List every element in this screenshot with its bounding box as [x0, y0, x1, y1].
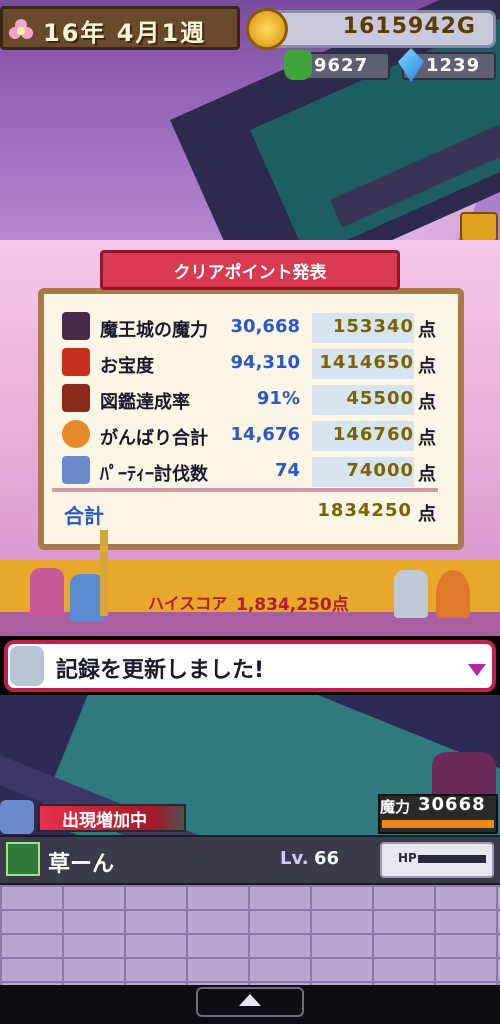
row-unit: 点: [418, 356, 436, 377]
row-label: がんばり合計: [100, 428, 208, 449]
highscore-label: ハイスコア: [148, 594, 228, 613]
speaker-avatar: [10, 646, 44, 686]
total-divider: [52, 488, 438, 492]
row-value: 91%: [256, 388, 300, 409]
row-label: 魔王城の魔力: [100, 320, 208, 341]
row-points: 153340: [332, 316, 414, 337]
row-value: 30,668: [230, 316, 300, 337]
mana-label: 魔力: [380, 798, 411, 816]
hp-bar: [418, 855, 486, 863]
date-text: 16年 4月1週: [43, 19, 207, 47]
brick-floor: [0, 885, 500, 985]
knight-character: [70, 574, 104, 622]
unit-name: 草ーん: [48, 852, 115, 877]
row-unit: 点: [418, 320, 436, 341]
row-label: お宝度: [100, 356, 154, 377]
pumpkin-character: [436, 570, 470, 618]
gold-amount: 1615942G: [342, 14, 476, 39]
row-points: 74000: [346, 460, 414, 481]
row-unit: 点: [418, 428, 436, 449]
mana-value: 30668: [418, 794, 486, 815]
demon-icon: [284, 50, 312, 80]
row-value: 94,310: [230, 352, 300, 373]
book-icon: [62, 384, 90, 412]
level-value: 66: [314, 848, 340, 869]
date-panel: 16年 4月1週: [0, 6, 240, 50]
flower-icon: [9, 19, 33, 39]
gold-coin-icon: [246, 8, 288, 50]
row-points: 45500: [346, 388, 414, 409]
spawn-text: 出現増加中: [62, 811, 147, 831]
row-label: 図鑑達成率: [100, 392, 190, 413]
staff-sprite: [100, 530, 108, 616]
effort-icon: [62, 420, 90, 448]
message-text: 記録を更新しました!: [56, 658, 265, 683]
total-points: 1834250: [317, 500, 412, 521]
hero-icon: [0, 800, 34, 834]
ghost-character: [394, 570, 428, 618]
result-title: クリアポイント発表: [173, 263, 327, 283]
level-label: Lv.: [280, 848, 309, 869]
succubus-character: [30, 568, 64, 616]
row-unit: 点: [418, 464, 436, 485]
row-label: ﾊﾟｰﾃｨｰ討伐数: [100, 464, 208, 485]
row-value: 14,676: [230, 424, 300, 445]
crystal-count: 1239: [426, 55, 481, 76]
mana-bar: [382, 820, 494, 828]
row-points: 1414650: [319, 352, 414, 373]
up-arrow-icon: [239, 994, 261, 1006]
row-points: 146760: [332, 424, 414, 445]
treasure-chest-icon[interactable]: [460, 212, 498, 242]
demon-lord-icon: [62, 312, 90, 340]
party-knight-icon: [62, 456, 90, 484]
demon-lord-icon[interactable]: [432, 752, 496, 800]
highscore-value: 1,834,250点: [236, 595, 349, 615]
total-label: 合計: [64, 504, 104, 528]
hp-label: HP: [398, 851, 417, 865]
grass-monster-icon: [6, 842, 40, 876]
next-arrow-icon[interactable]: [468, 664, 486, 676]
treasure-chest-icon: [62, 348, 90, 376]
row-value: 74: [274, 460, 300, 481]
row-unit: 点: [418, 392, 436, 413]
total-unit: 点: [418, 504, 436, 525]
demon-count: 9627: [314, 55, 369, 76]
